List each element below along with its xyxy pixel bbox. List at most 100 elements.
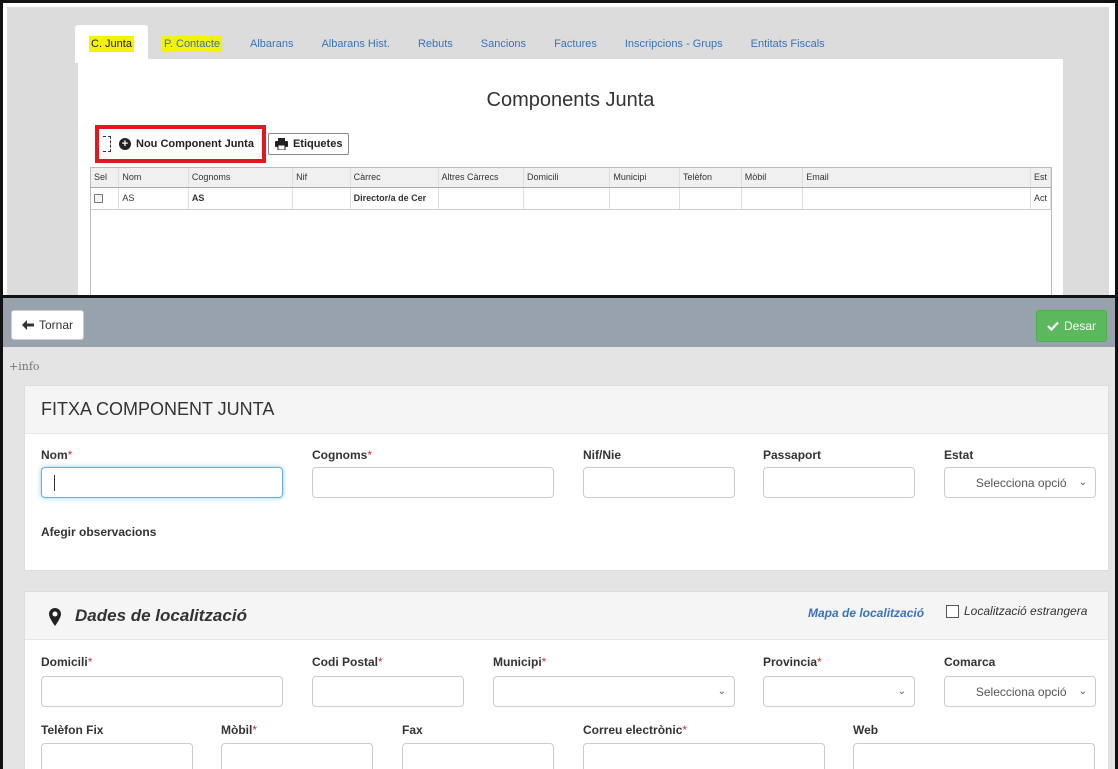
- col-header-nom[interactable]: Nom: [118, 168, 189, 188]
- cell-altres-carrecs: [438, 187, 524, 210]
- domicili-label: Domicili*: [41, 655, 92, 669]
- labels-label: Etiquetes: [292, 138, 343, 150]
- passaport-label: Passaport: [763, 448, 822, 462]
- new-component-button[interactable]: + Nou Component Junta: [117, 136, 256, 152]
- cognoms-field[interactable]: [312, 467, 554, 498]
- chevron-down-icon: ⌄: [1078, 477, 1087, 488]
- back-button[interactable]: Tornar: [11, 310, 85, 340]
- municipi-select[interactable]: ⌄: [493, 676, 735, 707]
- required-marker: *: [87, 655, 93, 669]
- tab-content: Components Junta + Nou Component Junta E…: [78, 59, 1063, 298]
- localitzacio-card: Dades de localització Mapa de localitzac…: [24, 591, 1109, 769]
- codi-postal-label-text: Codi Postal: [312, 655, 379, 669]
- col-header-domicili[interactable]: Domicili: [523, 168, 611, 188]
- correu-label-text: Correu electrònic: [583, 723, 683, 737]
- grid-header-row: Sel Nom Cognoms Nif Càrrec Altres Càrrec…: [91, 168, 1052, 188]
- codi-postal-field[interactable]: [312, 676, 464, 707]
- col-header-mobil[interactable]: Mòbil: [741, 168, 804, 188]
- tab-bar: C. Junta P. Contacte Albarans Albarans H…: [75, 25, 839, 63]
- web-label: Web: [853, 723, 879, 737]
- telefon-fix-field[interactable]: [41, 743, 193, 769]
- table-row[interactable]: AS AS Director/a de Cer Act: [91, 187, 1052, 210]
- foreign-location-checkbox[interactable]: [946, 604, 959, 618]
- col-header-cognoms[interactable]: Cognoms: [188, 168, 294, 188]
- col-header-estat[interactable]: Est: [1030, 168, 1052, 188]
- new-component-label: Nou Component Junta: [136, 138, 254, 150]
- passaport-field[interactable]: [763, 467, 915, 498]
- tab-rebuts[interactable]: Rebuts: [404, 25, 467, 63]
- map-link[interactable]: Mapa de localització: [808, 606, 924, 620]
- save-label: Desar: [1064, 319, 1097, 333]
- municipi-label-text: Municipi: [493, 655, 542, 669]
- foreign-location-toggle[interactable]: Localització estrangera: [946, 604, 1087, 618]
- tab-entitats-fiscals[interactable]: Entitats Fiscals: [737, 25, 839, 63]
- mobil-label: Mòbil*: [221, 723, 257, 737]
- comarca-label: Comarca: [944, 655, 996, 669]
- tab-albarans[interactable]: Albarans: [236, 25, 307, 63]
- localitzacio-title: Dades de localització: [75, 606, 247, 625]
- cell-estat: Act: [1030, 187, 1052, 210]
- col-header-telefon[interactable]: Telèfon: [679, 168, 742, 188]
- required-marker: *: [67, 448, 73, 462]
- tab-c-junta[interactable]: C. Junta: [75, 25, 148, 63]
- plus-circle-icon: +: [119, 138, 131, 150]
- cell-nom: AS: [118, 187, 189, 210]
- col-header-email[interactable]: Email: [802, 168, 1031, 188]
- select-all-toggle[interactable]: [103, 136, 111, 152]
- mobil-field[interactable]: [221, 743, 373, 769]
- save-button[interactable]: Desar: [1036, 310, 1108, 342]
- domicili-field[interactable]: [41, 676, 283, 707]
- foreign-location-label: Localització estrangera: [964, 604, 1088, 618]
- domicili-label-text: Domicili: [41, 655, 88, 669]
- col-header-municipi[interactable]: Municipi: [609, 168, 681, 188]
- cell-mobil: [741, 187, 804, 210]
- correu-field[interactable]: [583, 743, 825, 769]
- printer-icon: [274, 138, 288, 150]
- cell-sel[interactable]: [91, 187, 120, 210]
- col-header-carrec[interactable]: Càrrec: [350, 168, 439, 188]
- cognoms-label-text: Cognoms: [312, 448, 368, 462]
- required-marker: *: [682, 723, 688, 737]
- arrow-left-icon: [22, 320, 34, 330]
- correu-label: Correu electrònic*: [583, 723, 687, 737]
- codi-postal-label: Codi Postal*: [312, 655, 383, 669]
- labels-button[interactable]: Etiquetes: [267, 133, 350, 155]
- nif-field[interactable]: [583, 467, 735, 498]
- col-header-altres-carrecs[interactable]: Altres Càrrecs: [438, 168, 524, 188]
- web-field[interactable]: [853, 743, 1095, 769]
- fitxa-header: FITXA COMPONENT JUNTA: [25, 386, 1108, 434]
- cell-nif: [292, 187, 351, 210]
- col-header-nif[interactable]: Nif: [292, 168, 351, 188]
- tab-p-contacte[interactable]: P. Contacte: [148, 25, 236, 63]
- estat-select-value: Selecciona opció: [975, 475, 1067, 490]
- row-checkbox[interactable]: [94, 194, 103, 204]
- tab-inscripcions-grups[interactable]: Inscripcions - Grups: [611, 25, 737, 63]
- tab-albarans-hist[interactable]: Albarans Hist.: [307, 25, 403, 63]
- components-grid: Sel Nom Cognoms Nif Càrrec Altres Càrrec…: [90, 167, 1052, 298]
- nom-label-text: Nom: [41, 448, 68, 462]
- col-header-sel[interactable]: Sel: [91, 168, 120, 188]
- cell-carrec: Director/a de Cer: [350, 187, 439, 210]
- telefon-fix-label: Telèfon Fix: [41, 723, 104, 737]
- fax-field[interactable]: [402, 743, 554, 769]
- add-observations-link[interactable]: Afegir observacions: [41, 525, 156, 539]
- panel-background: C. Junta P. Contacte Albarans Albarans H…: [7, 7, 1109, 298]
- form-toolbar: Tornar Desar: [3, 298, 1115, 347]
- comarca-select-value: Selecciona opció: [975, 684, 1067, 699]
- localitzacio-header: Dades de localització Mapa de localitzac…: [25, 592, 1108, 640]
- nom-field[interactable]: [41, 467, 283, 498]
- provincia-label: Provincia*: [763, 655, 822, 669]
- more-info-link[interactable]: +info: [9, 360, 40, 373]
- tab-factures[interactable]: Factures: [540, 25, 611, 63]
- required-marker: *: [541, 655, 547, 669]
- required-marker: *: [252, 723, 257, 737]
- estat-label: Estat: [944, 448, 974, 462]
- cell-cognoms: AS: [188, 187, 294, 210]
- estat-select[interactable]: Selecciona opció ⌄: [944, 467, 1096, 498]
- cell-email: [802, 187, 1031, 210]
- tab-sancions[interactable]: Sancions: [467, 25, 540, 63]
- required-marker: *: [817, 655, 822, 669]
- comarca-select[interactable]: Selecciona opció ⌄: [944, 676, 1096, 707]
- map-marker-icon: [49, 608, 61, 626]
- provincia-select[interactable]: ⌄: [763, 676, 915, 707]
